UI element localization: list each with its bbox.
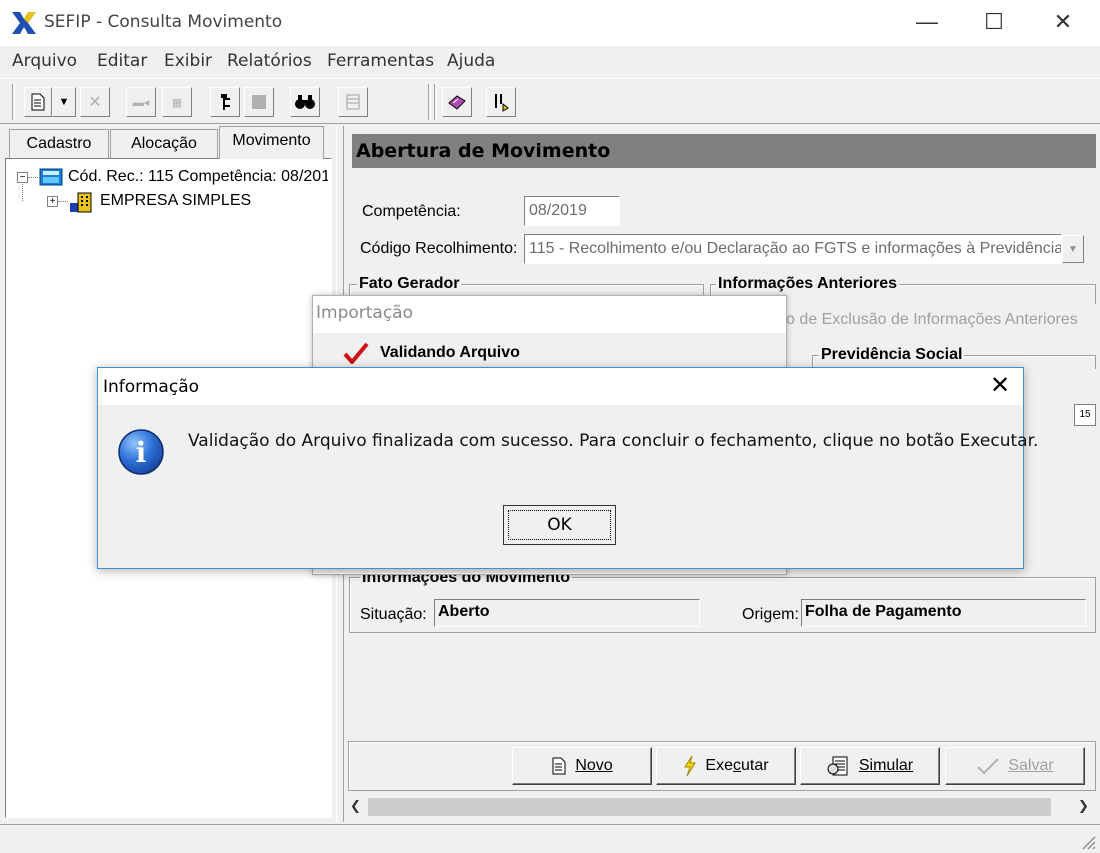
novo-button[interactable]: Novo [512, 747, 652, 785]
resize-grip-icon[interactable] [1078, 832, 1096, 850]
salvar-label: Salvar [1008, 757, 1054, 774]
executar-label: Executar [705, 757, 769, 774]
info-dialog-title: Informação [103, 377, 200, 397]
scroll-thumb[interactable] [368, 798, 1051, 816]
salvar-button[interactable]: Salvar [945, 747, 1085, 785]
close-icon[interactable]: ✕ [984, 371, 1016, 401]
import-dialog-title: Importação [316, 303, 414, 323]
status-bar [0, 824, 1100, 853]
binoculars-icon[interactable] [290, 87, 320, 117]
book-icon[interactable] [442, 87, 472, 117]
origem-label: Origem: [742, 606, 799, 623]
novo-label: Novo [575, 757, 613, 774]
simular-button[interactable]: Simular [800, 747, 940, 785]
simular-label: Simular [858, 757, 914, 774]
move-down-icon[interactable]: ▦ [162, 87, 192, 117]
tree-line [28, 177, 38, 178]
scroll-left-icon[interactable]: ❮ [350, 798, 361, 814]
informacoes-anteriores-title: Informações Anteriores [716, 275, 900, 293]
ok-button-label[interactable]: OK [508, 510, 611, 540]
company-building-icon [70, 192, 92, 213]
info-icon-letter: i [136, 436, 147, 469]
competencia-field[interactable]: 08/2019 [524, 196, 620, 226]
toolbar-separator [434, 84, 437, 120]
database-icon[interactable] [338, 87, 368, 117]
maximize-button[interactable]: ☐ [965, 6, 1023, 38]
simulate-icon [827, 756, 848, 776]
menu-exibir[interactable]: Exibir [164, 51, 212, 71]
tree-line [58, 201, 68, 202]
tree-company-label[interactable]: EMPRESA SIMPLES [100, 192, 251, 210]
toolbar-separator [428, 84, 431, 120]
dropdown-arrow-icon[interactable]: ▼ [1062, 235, 1084, 263]
menu-bar: Arquivo Editar Exibir Relatórios Ferrame… [0, 46, 1100, 76]
tab-strip: Cadastro Alocação Movimento [4, 126, 334, 159]
situacao-label: Situação: [360, 606, 427, 623]
menu-ferramentas[interactable]: Ferramentas [327, 51, 434, 71]
stop-icon[interactable] [244, 87, 274, 117]
scroll-right-icon[interactable]: ❯ [1078, 798, 1089, 814]
sefip-logo-icon [12, 12, 36, 34]
minimize-button[interactable]: — [898, 6, 956, 38]
previdencia-title: Previdência Social [819, 346, 965, 364]
checkmark-icon [343, 342, 369, 364]
menu-ajuda[interactable]: Ajuda [447, 51, 495, 71]
tree-root-label[interactable]: Cód. Rec.: 115 Competência: 08/2019 [68, 168, 328, 186]
tab-cadastro[interactable]: Cadastro [9, 129, 109, 159]
tab-alocacao[interactable]: Alocação [110, 129, 218, 159]
new-document-icon[interactable] [24, 87, 52, 117]
origem-value: Folha de Pagamento [801, 599, 1086, 627]
codigo-recolhimento-label: Código Recolhimento: [360, 240, 518, 257]
close-button[interactable]: ✕ [1034, 6, 1092, 38]
situacao-value: Aberto [434, 599, 700, 627]
section-header: Abertura de Movimento [352, 134, 1096, 168]
fato-gerador-title: Fato Gerador [357, 275, 462, 293]
exclusao-checkbox-label[interactable]: o de Exclusão de Informações Anteriores [786, 311, 1078, 329]
tab-movimento[interactable]: Movimento [219, 126, 324, 159]
delete-icon[interactable]: ✕ [80, 87, 110, 117]
expand-icon[interactable]: + [47, 196, 58, 207]
toolbar: ▼ ✕ ▬◂ ▦ [0, 78, 1100, 124]
collapse-icon[interactable]: − [17, 172, 28, 183]
import-step-label: Validando Arquivo [380, 344, 520, 361]
menu-editar[interactable]: Editar [97, 51, 147, 71]
checkmark-icon [977, 758, 1000, 775]
lightning-icon [684, 755, 697, 777]
codigo-recolhimento-select[interactable]: 115 - Recolhimento e/ou Declaração ao FG… [524, 234, 1062, 264]
menu-relatorios[interactable]: Relatórios [227, 51, 312, 71]
window-title: SEFIP - Consulta Movimento [44, 12, 283, 32]
move-left-icon[interactable]: ▬◂ [126, 87, 156, 117]
executar-button[interactable]: Executar [656, 747, 796, 785]
dropdown-arrow-icon[interactable]: ▼ [52, 87, 76, 117]
menu-arquivo[interactable]: Arquivo [12, 51, 77, 71]
exit-icon[interactable] [486, 87, 516, 117]
calculator-icon [39, 168, 63, 186]
info-message: Validação do Arquivo finalizada com suce… [188, 431, 1039, 451]
tree-icon[interactable] [210, 87, 240, 117]
info-dialog-titlebar [98, 368, 1023, 405]
toolbar-grip [12, 84, 15, 120]
new-document-icon [552, 757, 566, 775]
calendar-icon[interactable]: 15 [1074, 404, 1096, 426]
information-icon: i [118, 429, 164, 475]
competencia-label: Competência: [362, 203, 461, 220]
tree-line [22, 184, 23, 201]
